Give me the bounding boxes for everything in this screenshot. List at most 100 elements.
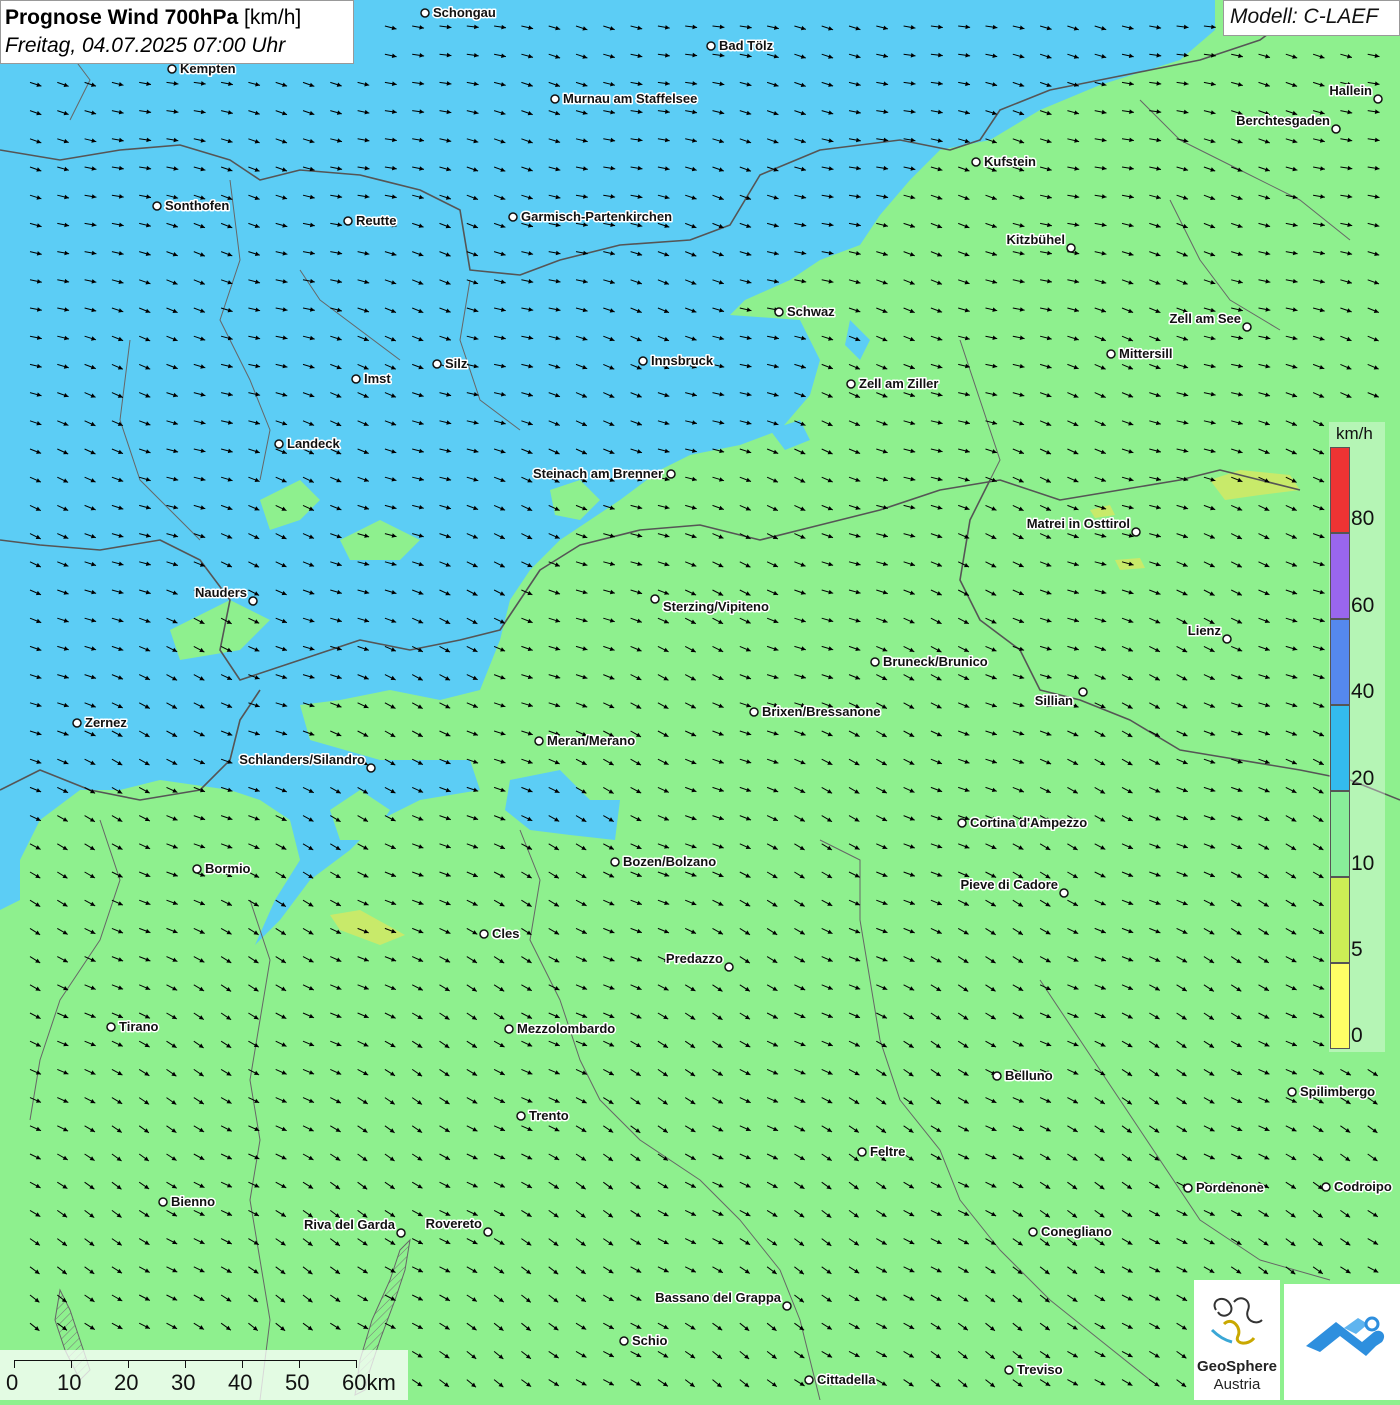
city-marker-icon [638,356,648,366]
city-marker-icon [1242,322,1252,332]
city-label: Rovereto [426,1216,482,1231]
city-marker-icon [774,307,784,317]
city-marker-icon [351,374,361,384]
city-label: Bienno [171,1194,215,1209]
geosphere-logo: GeoSphere Austria [1194,1280,1280,1400]
city-marker-icon [508,212,518,222]
legend-tick-label: 20 [1351,767,1375,790]
city-marker-icon [152,201,162,211]
city-marker-icon [396,1228,406,1238]
city-label: Mezzolombardo [517,1021,615,1036]
map-title: Prognose Wind 700hPa [km/h] [5,4,349,32]
city-marker-icon [724,962,734,972]
city-marker-icon [1066,243,1076,253]
forecast-datetime: Freitag, 04.07.2025 07:00 Uhr [5,34,286,57]
legend-color-band [1330,619,1350,705]
city-marker-icon [343,216,353,226]
city-marker-icon [1287,1087,1297,1097]
city-marker-icon [274,439,284,449]
city-marker-icon [1078,687,1088,697]
city-label: Silz [445,356,468,371]
scale-bar-tick [14,1360,15,1368]
city-label: Brixen/Bressanone [762,704,881,719]
cloud-arrow-logo-icon [1306,1316,1385,1356]
city-marker-icon [248,596,258,606]
city-label: Garmisch-Partenkirchen [521,209,672,224]
city-label: Matrei in Osttirol [1027,516,1130,531]
city-label: Murnau am Staffelsee [563,91,697,106]
scale-bar-label: 50 [285,1370,310,1395]
city-marker-icon [846,379,856,389]
city-marker-icon [1373,94,1383,104]
wind-map: SchongauBad TölzKemptenMurnau am Staffel… [0,0,1400,1400]
city-marker-icon [1131,527,1141,537]
legend-tick-label: 5 [1351,938,1363,961]
city-label: Belluno [1005,1068,1053,1083]
city-label: Schio [632,1333,667,1348]
scale-bar-label: 10 [57,1370,82,1395]
legend-unit: km/h [1336,424,1373,443]
city-label: Zernez [85,715,127,730]
legend-color-band [1330,533,1350,619]
city-label: Spilimbergo [1300,1084,1375,1099]
city-marker-icon [619,1336,629,1346]
scale-bar-label: 30 [171,1370,196,1395]
city-marker-icon [749,707,759,717]
city-marker-icon [1222,634,1232,644]
city-label: Bormio [205,861,251,876]
city-label: Cortina d'Ampezzo [970,815,1087,830]
scale-bar-tick [242,1360,243,1368]
city-marker-icon [550,94,560,104]
scale-bar-tick [185,1360,186,1368]
city-label: Berchtesgaden [1236,113,1330,128]
title-unit: [km/h] [244,6,302,29]
city-label: Schlanders/Silandro [239,752,365,767]
city-label: Sillian [1035,693,1073,708]
legend-color-band [1330,705,1350,791]
legend-color-band [1330,963,1350,1049]
city-label: Hallein [1329,83,1372,98]
city-label: Bassano del Grappa [655,1290,781,1305]
city-label: Schwaz [787,304,835,319]
city-label: Zell am Ziller [859,376,938,391]
city-marker-icon [516,1111,526,1121]
city-marker-icon [72,718,82,728]
city-label: Meran/Merano [547,733,635,748]
app-logo [1284,1284,1400,1400]
city-marker-icon [158,1197,168,1207]
city-label: Conegliano [1041,1224,1112,1239]
city-marker-icon [610,857,620,867]
title-main: Prognose Wind 700hPa [5,6,239,29]
city-label: Bad Tölz [719,38,774,53]
city-label: Predazzo [666,951,723,966]
city-marker-icon [971,157,981,167]
title-box: Prognose Wind 700hPa [km/h] Freitag, 04.… [0,0,354,64]
city-label: Schongau [433,5,496,20]
city-marker-icon [534,736,544,746]
city-marker-icon [804,1375,814,1385]
scale-bar-label: 0 [6,1370,19,1395]
scale-bar-label: 60km [342,1370,396,1395]
city-label: Nauders [195,585,247,600]
city-label: Imst [364,371,391,386]
legend-tick-label: 80 [1351,507,1375,530]
city-marker-icon [857,1147,867,1157]
city-label: Trento [529,1108,569,1123]
city-marker-icon [870,657,880,667]
city-marker-icon [432,359,442,369]
city-marker-icon [1028,1227,1038,1237]
city-marker-icon [483,1227,493,1237]
city-marker-icon [1183,1183,1193,1193]
city-label: Feltre [870,1144,905,1159]
city-label: Reutte [356,213,396,228]
city-label: Kufstein [984,154,1036,169]
city-marker-icon [1004,1365,1014,1375]
city-marker-icon [706,41,716,51]
city-marker-icon [1059,888,1069,898]
city-label: Innsbruck [651,353,714,368]
city-label: Codroipo [1334,1179,1392,1194]
city-marker-icon [1321,1182,1331,1192]
city-label: Treviso [1017,1362,1063,1377]
city-label: Lienz [1188,623,1222,638]
legend-color-band [1330,791,1350,877]
